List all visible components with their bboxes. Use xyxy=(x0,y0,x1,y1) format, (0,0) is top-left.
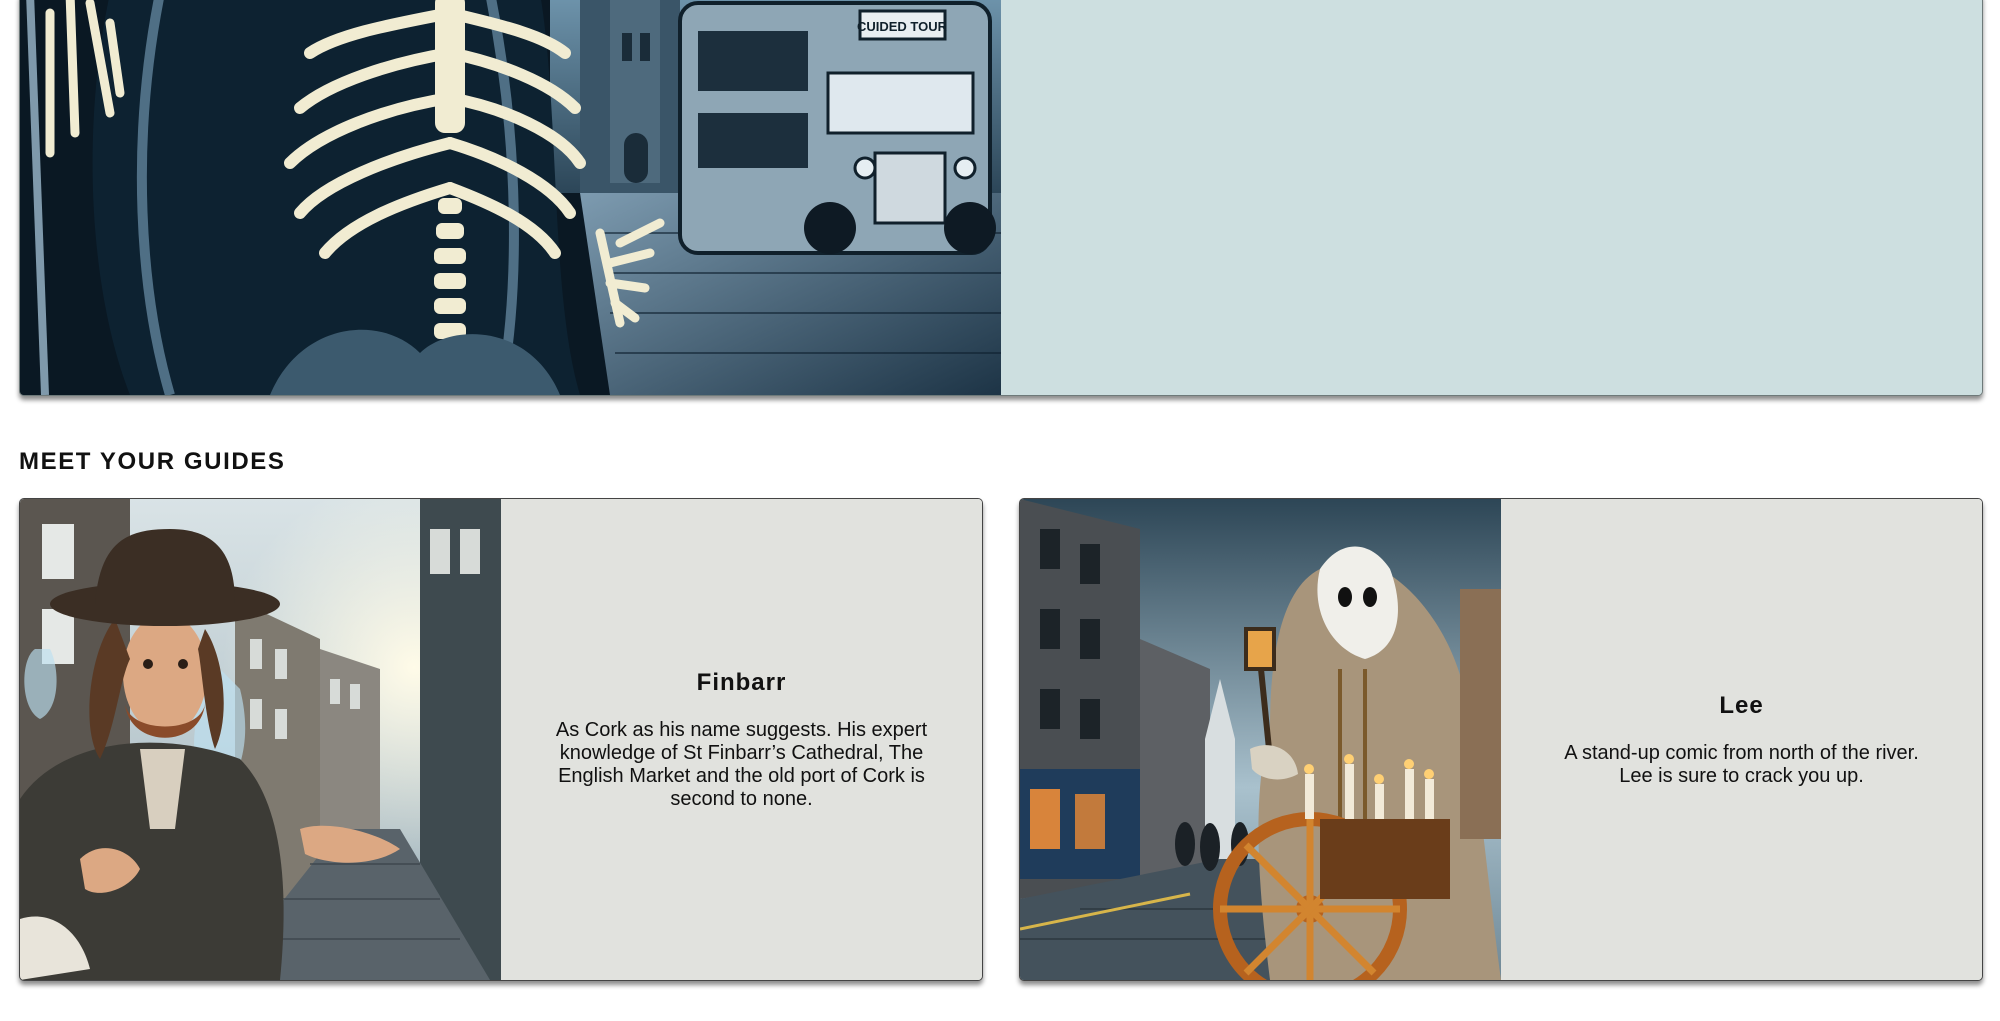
guide-description: As Cork as his name suggests. His expert… xyxy=(555,718,928,810)
hero-panel xyxy=(1001,0,1982,395)
lee-illustration xyxy=(1020,499,1501,980)
guide-image-finbarr xyxy=(20,499,501,980)
guide-description: A stand-up comic from north of the river… xyxy=(1564,741,1919,787)
guide-body-finbarr: Finbarr As Cork as his name suggests. Hi… xyxy=(501,499,982,980)
hero-image: CUIDED TOUR xyxy=(20,0,1001,395)
skeleton-bus-illustration: CUIDED TOUR xyxy=(20,0,1001,395)
guide-image-lee xyxy=(1020,499,1501,980)
page: CUIDED TOUR MEET YOUR GUIDES Finbarr As … xyxy=(0,0,2000,1021)
guide-card-finbarr: Finbarr As Cork as his name suggests. Hi… xyxy=(19,498,983,981)
guide-name: Lee xyxy=(1719,691,1764,719)
svg-text:CUIDED TOUR: CUIDED TOUR xyxy=(857,19,948,34)
hero-card: CUIDED TOUR xyxy=(19,0,1983,396)
bus-graphic: CUIDED TOUR xyxy=(678,1,996,255)
finbarr-illustration xyxy=(20,499,501,980)
guide-card-lee: Lee A stand-up comic from north of the r… xyxy=(1019,498,1983,981)
guide-name: Finbarr xyxy=(696,668,787,696)
section-title: MEET YOUR GUIDES xyxy=(19,448,286,475)
guide-body-lee: Lee A stand-up comic from north of the r… xyxy=(1501,499,1982,980)
